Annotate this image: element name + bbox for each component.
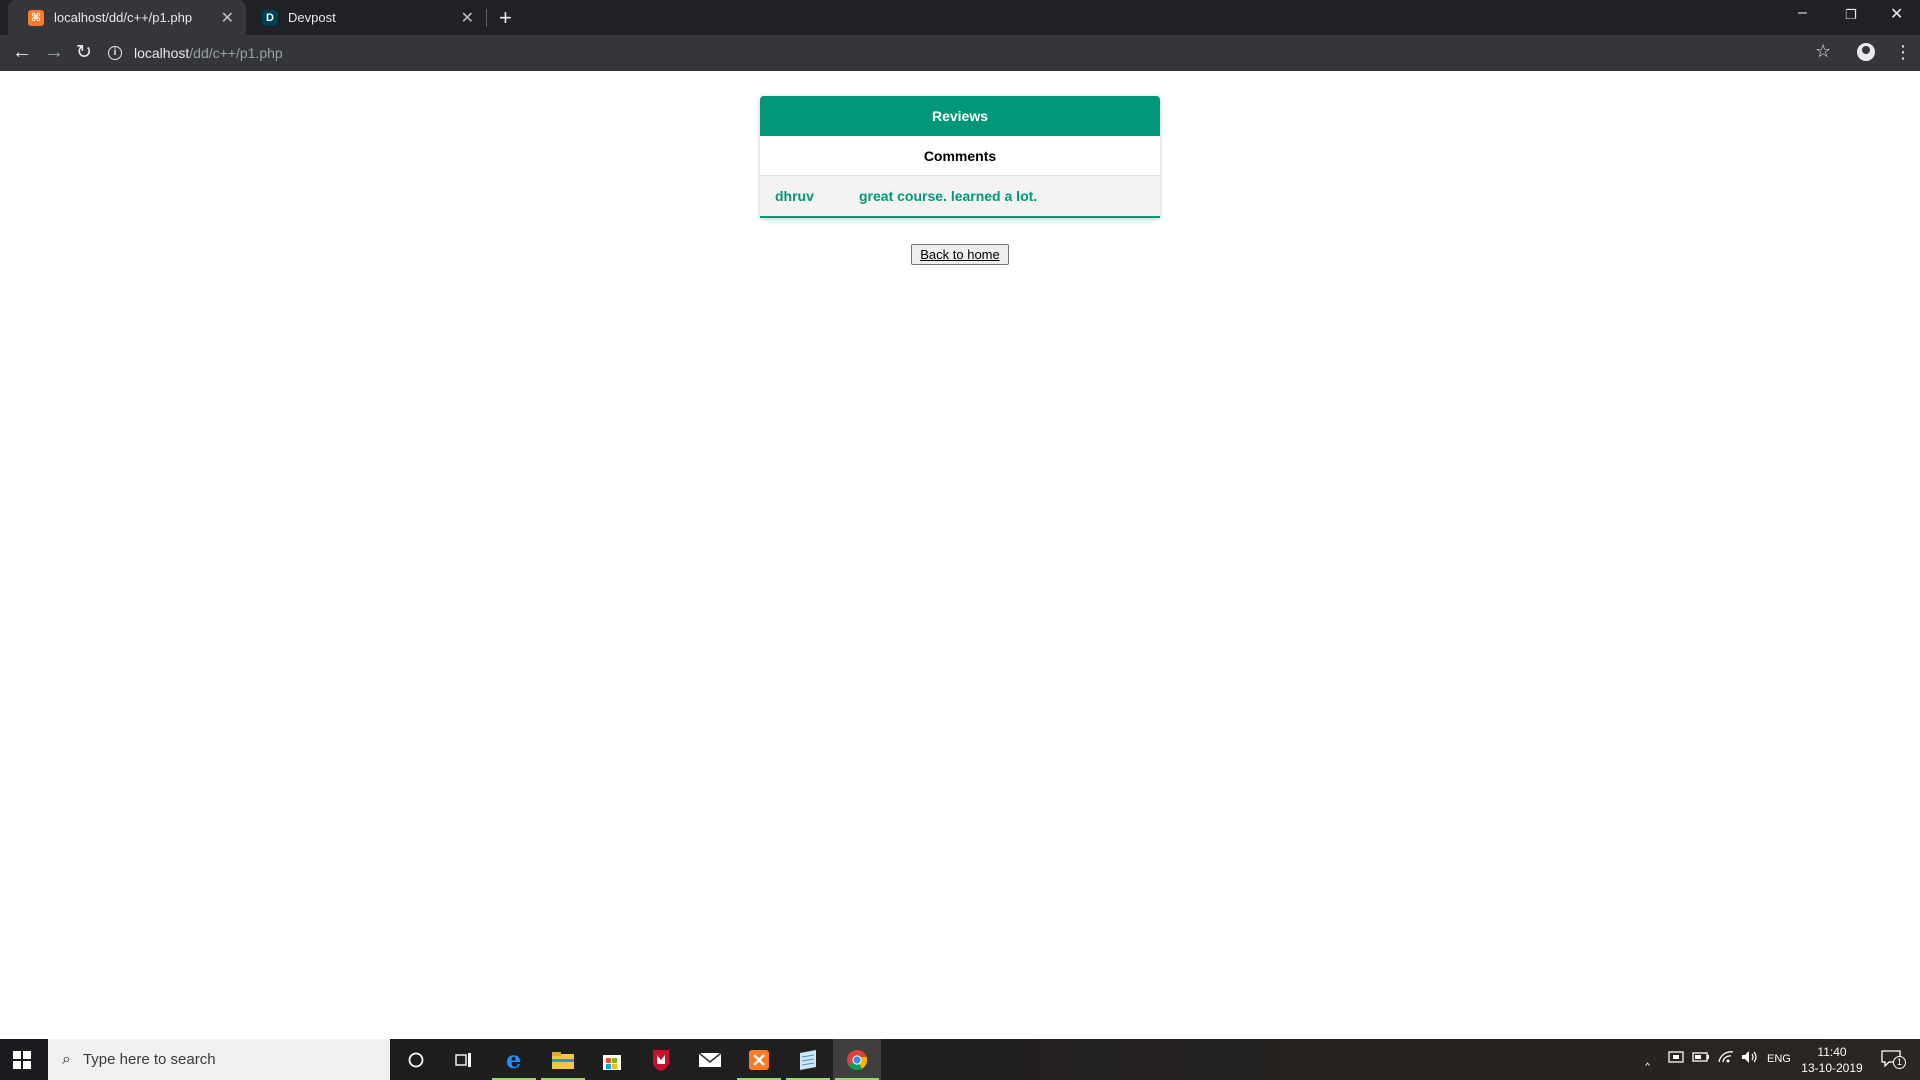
language-indicator[interactable]: ENG (1767, 1053, 1791, 1065)
close-icon[interactable]: ✕ (461, 8, 474, 28)
menu-kebab-icon[interactable]: ⋮ (1894, 42, 1912, 63)
svg-text:e: e (506, 1048, 521, 1072)
tab-title: localhost/dd/c++/p1.php (54, 10, 193, 25)
back-to-home-button[interactable]: Back to home (911, 244, 1009, 265)
volume-icon[interactable] (1740, 1050, 1758, 1067)
xampp-taskbar-icon[interactable] (735, 1039, 783, 1080)
notification-count: 1 (1893, 1056, 1906, 1069)
task-view-icon[interactable] (440, 1039, 488, 1080)
security-center-icon[interactable] (1668, 1050, 1684, 1067)
tab-devpost[interactable]: D Devpost ✕ (246, 0, 486, 35)
info-icon[interactable]: i (108, 46, 122, 60)
review-comment: great course. learned a lot. (859, 188, 1038, 204)
xampp-icon: ⌘ (28, 9, 44, 26)
new-tab-icon[interactable]: + (499, 5, 512, 31)
taskbar-search-box[interactable]: ⌕ Type here to search (48, 1039, 390, 1080)
show-hidden-icons-chevron-icon[interactable]: ‸ (1645, 1048, 1650, 1066)
close-window-icon[interactable]: ✕ (1890, 4, 1903, 24)
close-icon[interactable]: ✕ (221, 8, 234, 28)
battery-icon[interactable] (1692, 1050, 1710, 1067)
address-bar[interactable]: i localhost/dd/c++/p1.php (108, 40, 1808, 66)
reload-icon[interactable]: ↻ (76, 41, 92, 64)
clock-time: 11:40 (1817, 1045, 1847, 1059)
notepad-icon[interactable] (784, 1039, 832, 1080)
wifi-icon[interactable] (1717, 1050, 1735, 1067)
back-arrow-icon[interactable]: ← (12, 41, 32, 64)
mail-icon[interactable] (686, 1039, 734, 1080)
file-explorer-icon[interactable] (539, 1039, 587, 1080)
tab-separator (486, 9, 487, 27)
reviews-table: Reviews Comments dhruv great course. lea… (760, 96, 1160, 218)
chrome-icon[interactable] (833, 1039, 881, 1080)
windows-start-icon[interactable] (13, 1051, 31, 1069)
browser-tab-bar: ⌘ localhost/dd/c++/p1.php ✕ D Devpost ✕ … (0, 0, 1920, 35)
url-host: localhost (134, 45, 190, 61)
tab-title: Devpost (288, 10, 336, 25)
edge-icon[interactable]: e (490, 1039, 538, 1080)
clock-date: 13-10-2019 (1801, 1061, 1863, 1075)
forward-arrow-icon[interactable]: → (44, 41, 64, 64)
url-path: /dd/c++/p1.php (189, 45, 283, 61)
search-icon: ⌕ (62, 1050, 71, 1068)
profile-icon[interactable] (1857, 43, 1875, 61)
cortana-icon[interactable] (392, 1039, 440, 1080)
devpost-icon: D (262, 9, 278, 26)
taskbar-clock[interactable]: 11:40 13-10-2019 (1796, 1044, 1868, 1076)
table-row: dhruv great course. learned a lot. (760, 176, 1160, 218)
comments-column-header: Comments (760, 136, 1160, 176)
action-center-icon[interactable]: 1 (1881, 1049, 1906, 1070)
restore-icon[interactable]: ❐ (1845, 7, 1857, 23)
bookmark-star-icon[interactable]: ☆ (1815, 41, 1831, 62)
windows-taskbar: ⌕ Type here to search e ‸ ENG 11:40 13-1… (0, 1039, 1920, 1080)
search-placeholder: Type here to search (82, 1051, 216, 1068)
tab-localhost[interactable]: ⌘ localhost/dd/c++/p1.php ✕ (8, 0, 246, 35)
store-icon[interactable] (588, 1039, 636, 1080)
page-viewport: Reviews Comments dhruv great course. lea… (0, 71, 1920, 1039)
reviews-title: Reviews (760, 96, 1160, 136)
review-user: dhruv (775, 188, 814, 204)
minimize-icon[interactable]: – (1798, 4, 1807, 22)
browser-toolbar: ← → ↻ i localhost/dd/c++/p1.php ☆ ⋮ (0, 35, 1920, 71)
mcafee-icon[interactable] (637, 1039, 685, 1080)
